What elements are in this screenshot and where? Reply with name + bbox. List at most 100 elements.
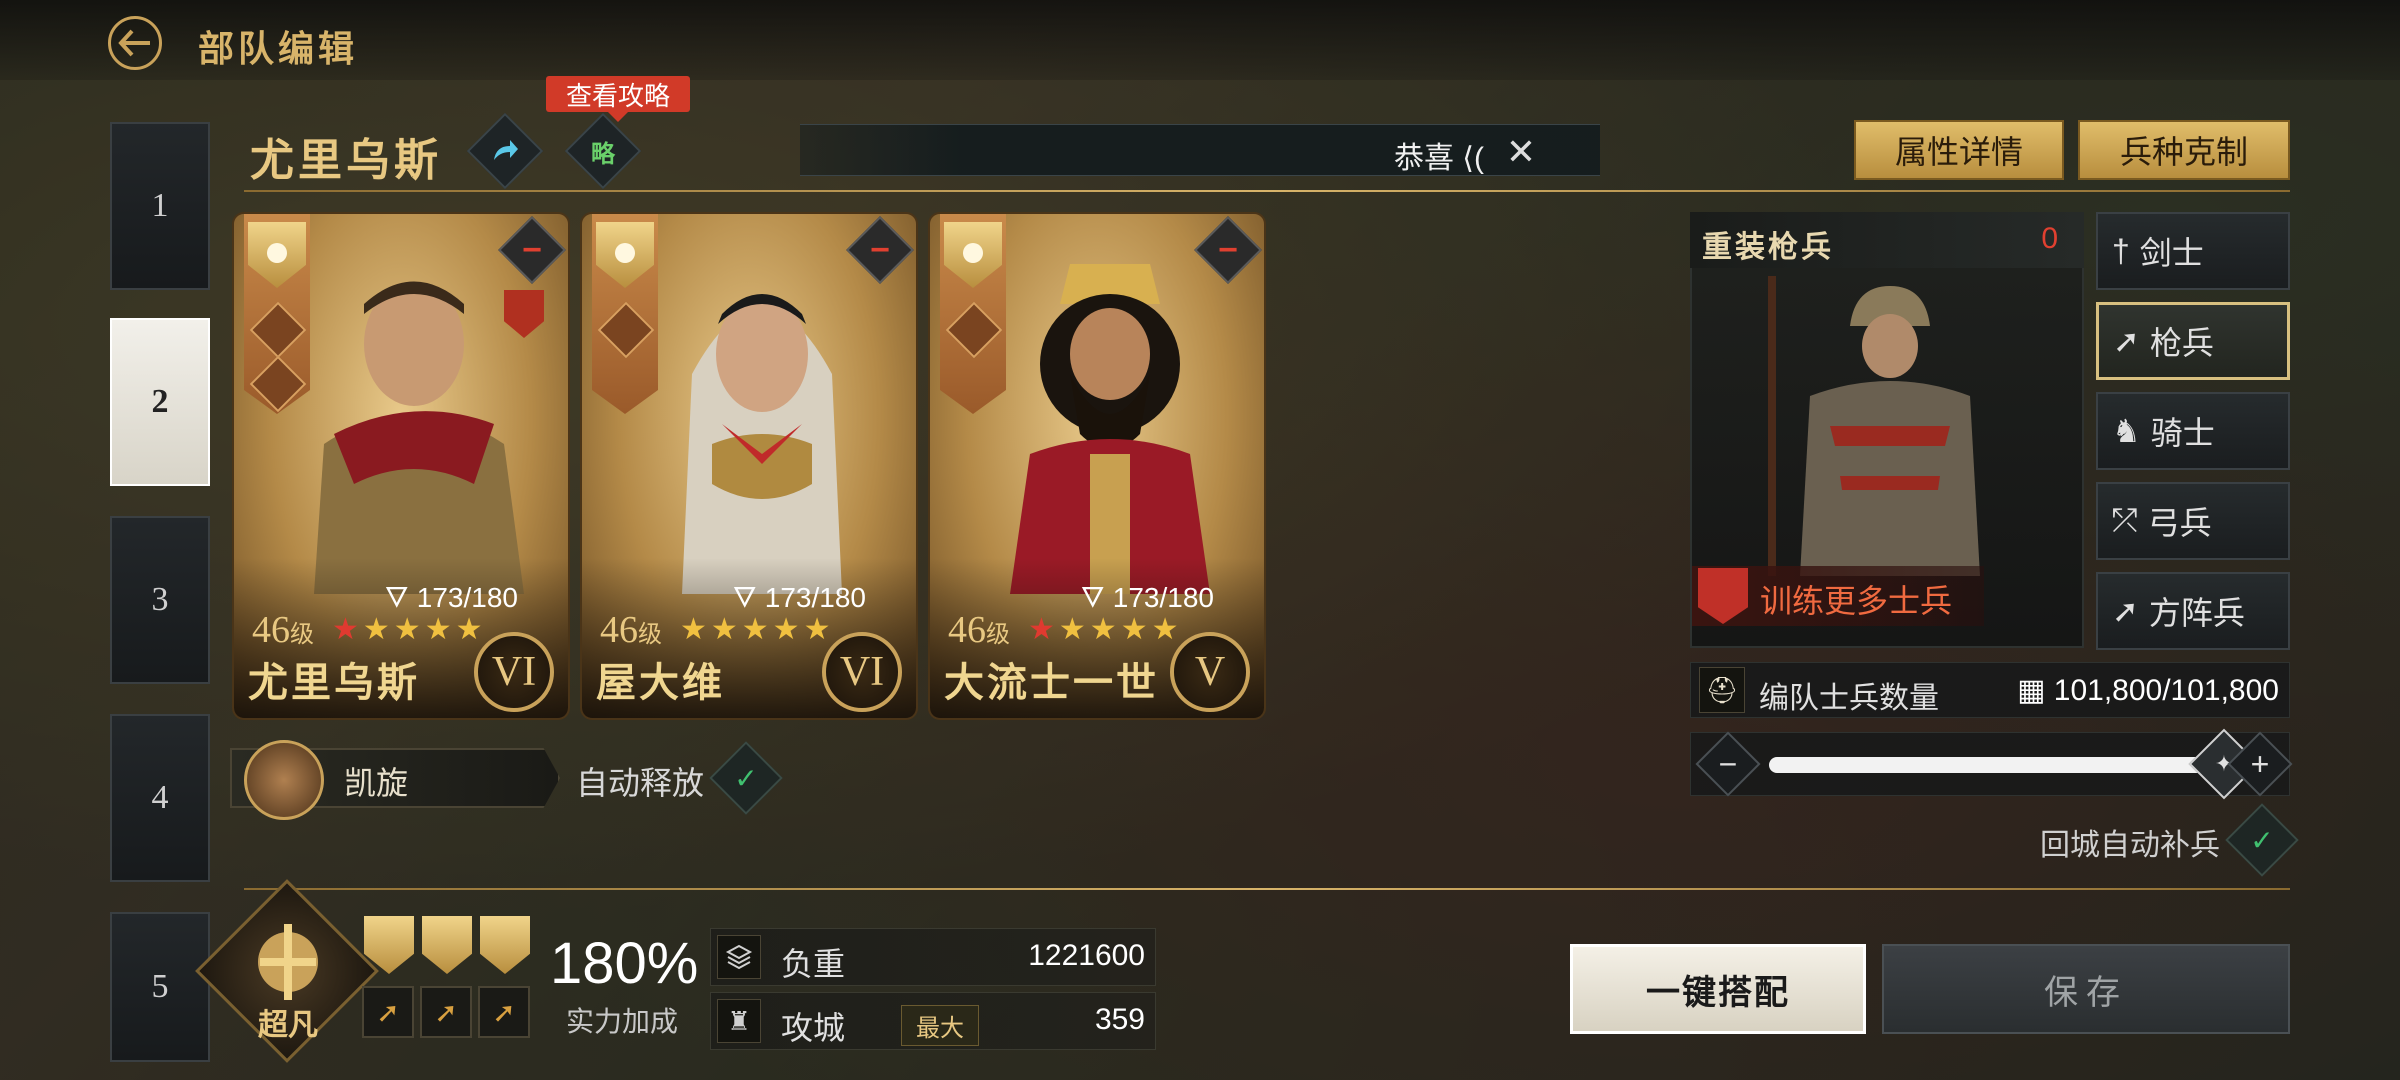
auto-assign-button[interactable]: 一键搭配 — [1570, 944, 1866, 1034]
stat-row-siege: ♜ 攻城 最大 359 — [710, 992, 1156, 1050]
decrease-button[interactable]: − — [1695, 731, 1761, 797]
hero-portrait — [1010, 264, 1210, 594]
max-badge: 最大 — [901, 1005, 979, 1046]
announcement-marquee: 恭喜 ⟨( ✕ — [800, 124, 1600, 176]
exp-icon: 🜄 — [732, 582, 765, 613]
lead-hero-name: 尤里乌斯 — [250, 136, 442, 185]
hero-portrait — [314, 281, 524, 594]
team-tab-3[interactable]: 3 — [110, 516, 210, 684]
level-unit: 级 — [986, 622, 1010, 648]
stat-value: 359 — [1094, 1003, 1145, 1036]
hero-card-3[interactable]: − 🜄 173/180 46级 ★★★★★ 大流士一世 V — [928, 212, 1266, 720]
troop-type-label: 骑士 — [2150, 415, 2215, 451]
troop-type-swordsman[interactable]: † 剑士 — [2096, 212, 2290, 290]
plus-icon: + — [2250, 745, 2270, 782]
spear-icon: ➚ — [2113, 323, 2140, 359]
hero-name: 尤里乌斯 — [248, 660, 420, 705]
check-icon: ✓ — [734, 762, 758, 794]
barracks-icon: ▦ — [2017, 674, 2054, 707]
level-unit: 级 — [638, 622, 662, 648]
level-value: 46 — [252, 609, 290, 651]
exp-value: 173/180 — [416, 582, 518, 613]
troop-name: 重装枪兵 — [1702, 231, 1834, 264]
hero-name: 大流士一世 — [944, 660, 1159, 705]
back-button[interactable] — [108, 16, 162, 70]
hero-stars: ★★★★★ — [680, 613, 835, 646]
cross-shield-icon — [258, 924, 318, 1000]
spear-icon: ➚ — [362, 986, 414, 1038]
bow-icon: ⤱ — [2112, 502, 2138, 538]
check-icon: ✓ — [2250, 824, 2274, 856]
hero-level: 46级 — [600, 608, 662, 652]
helmet-icon: ⛑ — [1699, 667, 1745, 713]
exp-value: 173/180 — [1112, 582, 1214, 613]
hero-rank: VI — [474, 632, 554, 712]
team-tab-2[interactable]: 2 — [110, 318, 210, 486]
troop-title-bar: 重装枪兵 0 — [1690, 212, 2084, 268]
save-button[interactable]: 保存 — [1882, 944, 2290, 1034]
soldier-portrait — [1768, 276, 1980, 576]
hero-stars: ★★★★★ — [1028, 613, 1183, 646]
hero-portrait — [682, 294, 842, 594]
minus-icon: − — [1718, 745, 1738, 782]
hero-level: 46级 — [252, 608, 314, 652]
train-more-bar[interactable]: 训练更多士兵 — [1692, 566, 1984, 626]
stat-label: 负重 — [781, 946, 846, 982]
team-tab-5[interactable]: 5 — [110, 912, 210, 1062]
skill-avatar[interactable] — [244, 740, 324, 820]
auto-replenish-label: 回城自动补兵 — [2040, 829, 2220, 862]
bottom-divider — [244, 888, 2290, 890]
skill-name: 凯旋 — [344, 765, 409, 801]
layers-icon — [717, 935, 761, 979]
top-divider — [244, 190, 2290, 192]
soldier-slider-track[interactable] — [1769, 757, 2209, 773]
troop-type-label: 枪兵 — [2149, 325, 2214, 361]
hero-card-1[interactable]: − 🜄 173/180 46级 ★★★★★ 尤里乌斯 VI — [232, 212, 570, 720]
close-icon[interactable]: ✕ — [1506, 131, 1536, 173]
exp-icon: 🜄 — [384, 582, 417, 613]
guide-icon-text: 略 — [591, 140, 615, 168]
horse-icon: ♞ — [2112, 413, 2141, 449]
hero-rank: VI — [822, 632, 902, 712]
exp-icon: 🜄 — [1080, 582, 1113, 613]
soldier-count-number: 101,800/101,800 — [2053, 674, 2279, 707]
auto-release-label: 自动释放 — [576, 765, 705, 801]
hero-level: 46级 — [948, 608, 1010, 652]
troop-count: 0 — [2041, 222, 2058, 255]
soldier-count-row: ⛑ 编队士兵数量 ▦ 101,800/101,800 — [1690, 662, 2290, 718]
emblem-label: 超凡 — [258, 1009, 318, 1042]
hero-name: 屋大维 — [596, 660, 725, 705]
attributes-button[interactable]: 属性详情 — [1854, 120, 2064, 180]
sword-icon: † — [2112, 232, 2130, 269]
hero-card-2[interactable]: − 🜄 173/180 46级 ★★★★★ 屋大维 VI — [580, 212, 918, 720]
page-title: 部队编辑 — [198, 28, 359, 69]
team-tab-4[interactable]: 4 — [110, 714, 210, 882]
soldier-count-label: 编队士兵数量 — [1759, 682, 1939, 715]
pike-icon: ➚ — [2112, 593, 2139, 629]
troop-type-label: 剑士 — [2139, 235, 2204, 271]
power-percent: 180% — [550, 931, 699, 996]
exp-value: 173/180 — [764, 582, 866, 613]
stat-row-load: 负重 1221600 — [710, 928, 1156, 986]
level-value: 46 — [600, 609, 638, 651]
level-unit: 级 — [290, 622, 314, 648]
power-percent-label: 实力加成 — [566, 1006, 679, 1037]
troop-type-archer[interactable]: ⤱ 弓兵 — [2096, 482, 2290, 560]
stat-label: 攻城 — [781, 1010, 846, 1046]
hero-stars: ★★★★★ — [332, 613, 487, 646]
troop-counter-button[interactable]: 兵种克制 — [2078, 120, 2290, 180]
troop-type-knight[interactable]: ♞ 骑士 — [2096, 392, 2290, 470]
troop-type-spearman[interactable]: ➚ 枪兵 — [2096, 302, 2290, 380]
helmet-icon — [1698, 568, 1748, 624]
marquee-text: 恭喜 ⟨( — [1393, 142, 1484, 175]
hero-rank: V — [1170, 632, 1250, 712]
troop-type-phalanx[interactable]: ➚ 方阵兵 — [2096, 572, 2290, 650]
guide-tag[interactable]: 查看攻略 — [546, 76, 690, 122]
share-arrow-icon — [494, 140, 518, 160]
siege-icon: ♜ — [717, 999, 761, 1043]
spear-icon: ➚ — [478, 986, 530, 1038]
train-more-label: 训练更多士兵 — [1760, 583, 1953, 619]
spear-icon: ➚ — [420, 986, 472, 1038]
team-tab-1[interactable]: 1 — [110, 122, 210, 290]
stat-value: 1221600 — [1028, 939, 1145, 972]
